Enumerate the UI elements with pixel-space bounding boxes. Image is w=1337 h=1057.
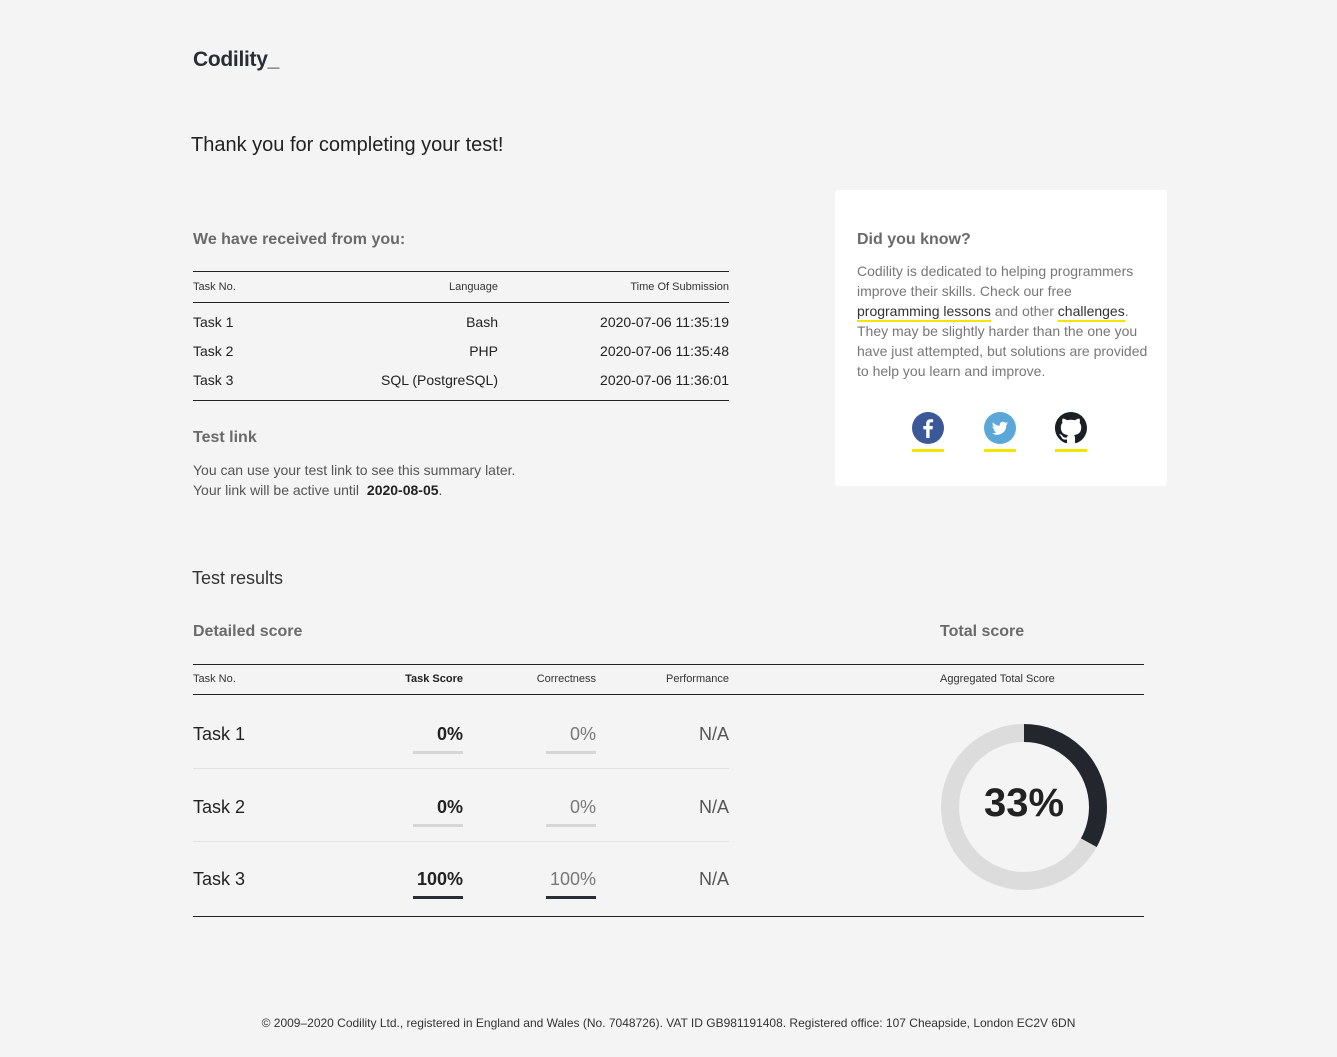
results-bottom-divider <box>193 916 1144 917</box>
col-aggregated-total-score: Aggregated Total Score <box>940 673 1055 685</box>
submission-time: 2020-07-06 11:35:19 <box>600 313 729 330</box>
task-score: 100% <box>416 869 463 889</box>
active-until-date: 2020-08-05 <box>366 482 439 498</box>
correctness-value: 0% <box>569 724 596 744</box>
col-performance: Performance <box>666 673 729 685</box>
task-name: Task 2 <box>193 342 234 359</box>
table-row: Task 1 Bash 2020-07-06 11:35:19 <box>193 307 729 336</box>
correctness-bar <box>546 824 596 827</box>
programming-lessons-link[interactable]: programming lessons <box>857 303 991 322</box>
task-score: 0% <box>436 724 463 744</box>
submission-time: 2020-07-06 11:36:01 <box>600 371 729 388</box>
challenges-link[interactable]: challenges <box>1057 303 1125 322</box>
total-score-value: 33% <box>983 781 1065 825</box>
github-icon <box>1055 412 1087 444</box>
github-link[interactable] <box>1055 412 1087 452</box>
total-score-heading: Total score <box>940 623 1025 640</box>
test-link-line2: Your link will be active until 2020-08-0… <box>193 480 515 500</box>
submission-table: Task No. Language Time Of Submission Tas… <box>193 271 729 401</box>
test-link-text: You can use your test link to see this s… <box>193 460 515 500</box>
submission-time: 2020-07-06 11:35:48 <box>600 342 729 359</box>
did-you-know-card: Did you know? Codility is dedicated to h… <box>835 190 1167 486</box>
correctness-value: 0% <box>569 797 596 817</box>
test-link-heading: Test link <box>193 429 257 446</box>
twitter-link[interactable] <box>984 412 1016 452</box>
task-name: Task 1 <box>193 724 246 744</box>
facebook-icon <box>912 412 944 444</box>
performance-value: N/A <box>698 724 729 744</box>
table-row: Task 3 SQL (PostgreSQL) 2020-07-06 11:36… <box>193 365 729 394</box>
active-until-suffix: . <box>438 482 443 498</box>
result-row: Task 1 0% 0% N/A <box>193 697 729 769</box>
did-you-know-heading: Did you know? <box>857 231 971 248</box>
facebook-link[interactable] <box>912 412 944 452</box>
row-divider <box>193 768 729 769</box>
correctness-bar <box>546 896 596 899</box>
task-score-bar <box>413 824 463 827</box>
task-name: Task 1 <box>193 313 234 330</box>
correctness-value: 100% <box>549 869 596 889</box>
submission-table-header: Task No. Language Time Of Submission <box>193 272 729 303</box>
detailed-score-heading: Detailed score <box>193 623 303 640</box>
performance-value: N/A <box>698 869 729 889</box>
task-name: Task 2 <box>193 797 246 817</box>
task-language: PHP <box>469 342 498 359</box>
correctness-bar <box>546 751 596 754</box>
page-title: Thank you for completing your test! <box>191 134 504 156</box>
test-link-line1: You can use your test link to see this s… <box>193 462 516 478</box>
twitter-underline <box>984 449 1016 452</box>
results-header-divider <box>193 694 1144 695</box>
col-task-no: Task No. <box>193 281 236 293</box>
codility-logo[interactable]: Codility_ <box>193 48 279 72</box>
task-name: Task 3 <box>193 371 234 388</box>
active-until-prefix: Your link will be active until <box>193 482 360 498</box>
task-score: 0% <box>436 797 463 817</box>
github-underline <box>1055 449 1087 452</box>
facebook-underline <box>912 449 944 452</box>
results-top-divider <box>193 664 1144 665</box>
col-time-of-submission: Time Of Submission <box>630 281 729 293</box>
col-task-score: Task Score <box>405 673 463 685</box>
task-language: SQL (PostgreSQL) <box>381 371 498 388</box>
table-row: Task 2 PHP 2020-07-06 11:35:48 <box>193 336 729 365</box>
twitter-icon <box>984 412 1016 444</box>
col-task-no: Task No. <box>193 673 236 685</box>
result-row: Task 2 0% 0% N/A <box>193 770 729 842</box>
task-score-bar <box>413 896 463 899</box>
col-language: Language <box>449 281 498 293</box>
card-text-part: Codility is dedicated to helping program… <box>857 263 1134 299</box>
result-row: Task 3 100% 100% N/A <box>193 842 729 914</box>
task-language: Bash <box>466 313 498 330</box>
card-text-part: and other <box>990 303 1058 319</box>
received-heading: We have received from you: <box>193 231 406 248</box>
task-score-bar <box>413 751 463 754</box>
test-results-title: Test results <box>192 568 284 588</box>
performance-value: N/A <box>698 797 729 817</box>
footer-text: © 2009–2020 Codility Ltd., registered in… <box>261 1016 1076 1030</box>
col-correctness: Correctness <box>536 673 596 685</box>
task-name: Task 3 <box>193 869 246 889</box>
did-you-know-text: Codility is dedicated to helping program… <box>857 261 1152 381</box>
